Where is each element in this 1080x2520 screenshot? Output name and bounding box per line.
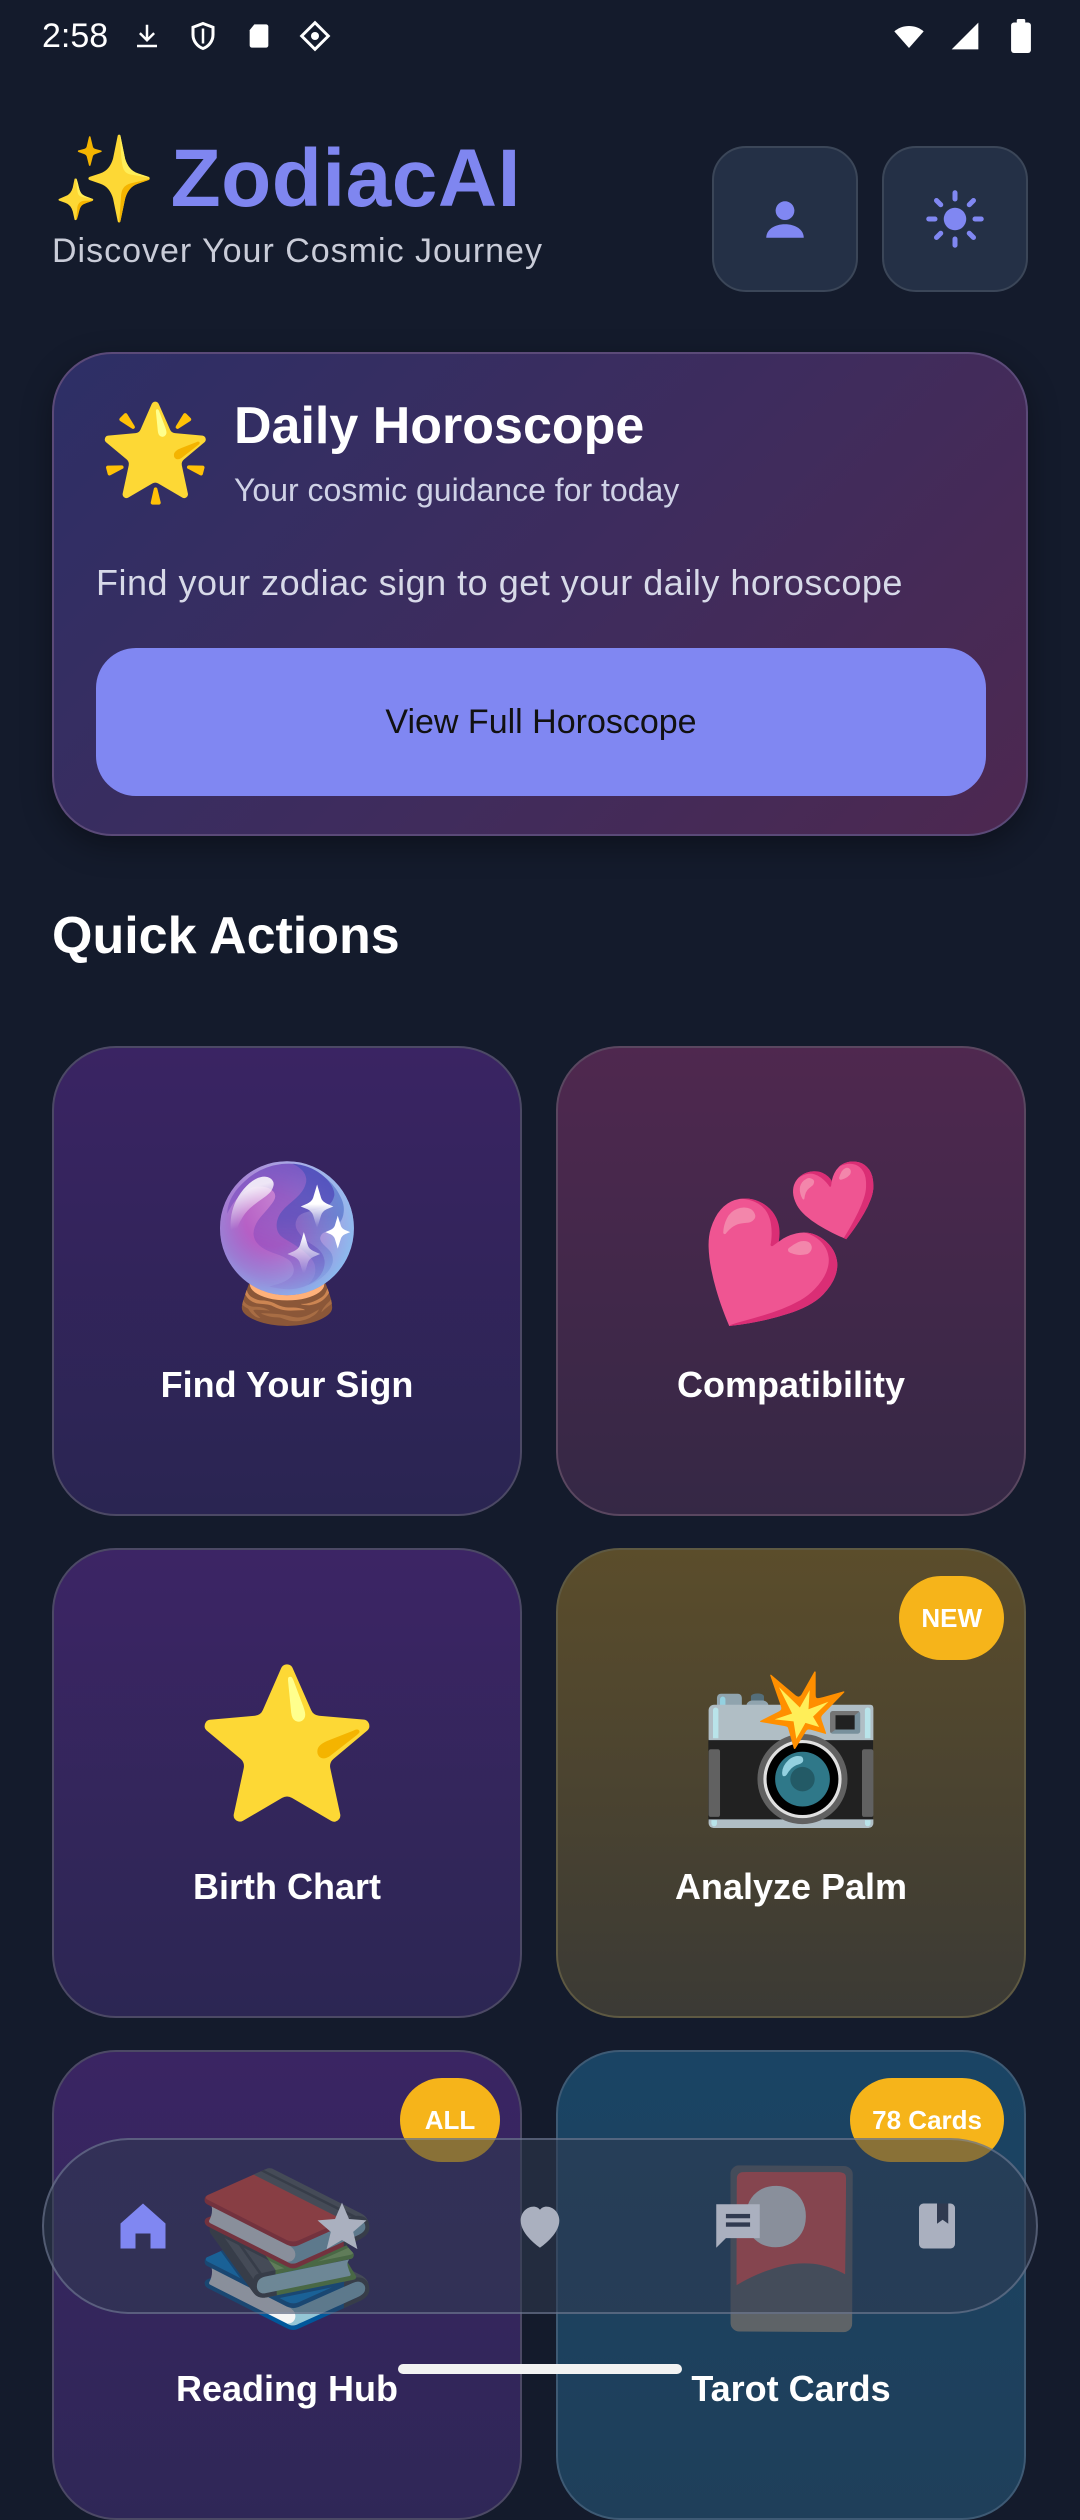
horoscope-title: Daily Horoscope [234, 397, 645, 455]
crystal-ball-icon: 🔮 [193, 1159, 381, 1327]
sparkles-icon: ✨ [52, 132, 157, 226]
heart-icon [520, 2206, 560, 2248]
card-label: Birth Chart [193, 1866, 381, 1907]
book-icon [918, 2203, 955, 2249]
camera-flash-icon: 📸 [697, 1661, 885, 1829]
birth-chart-card[interactable]: ⭐ Birth Chart [52, 1548, 522, 2018]
nav-home[interactable] [88, 2171, 198, 2281]
signal-icon [948, 19, 982, 53]
compatibility-card[interactable]: 💕 Compatibility [556, 1046, 1026, 1516]
nav-compatibility[interactable] [485, 2171, 595, 2281]
horoscope-message: Find your zodiac sign to get your daily … [96, 562, 903, 603]
daily-horoscope-card: 🌟 Daily Horoscope Your cosmic guidance f… [52, 352, 1028, 836]
app-header: ✨ ZodiacAI Discover Your Cosmic Journey [52, 132, 1028, 292]
download-icon [130, 19, 164, 53]
profile-button[interactable] [712, 146, 858, 292]
status-bar: 2:58 [0, 0, 1080, 72]
app-title: ZodiacAI [170, 133, 521, 224]
status-time: 2:58 [42, 16, 109, 55]
find-your-sign-card[interactable]: 🔮 Find Your Sign [52, 1046, 522, 1516]
person-icon [766, 201, 804, 238]
card-label: Analyze Palm [674, 1866, 908, 1907]
battery-icon [1004, 19, 1038, 53]
diamond-icon [298, 19, 332, 53]
home-icon [120, 2203, 166, 2249]
home-indicator[interactable] [398, 2364, 682, 2374]
star-icon [317, 2202, 367, 2250]
sd-card-icon [242, 19, 276, 53]
star-emoji-icon: ⭐ [193, 1661, 381, 1829]
sun-icon [926, 190, 984, 248]
chat-icon [716, 2204, 761, 2248]
analyze-palm-card[interactable]: NEW 📸 Analyze Palm [556, 1548, 1026, 2018]
horoscope-subtitle: Your cosmic guidance for today [234, 472, 680, 508]
shield-icon [186, 19, 220, 53]
bottom-navigation [42, 2138, 1038, 2314]
card-label: Reading Hub [176, 2368, 398, 2409]
card-label: Tarot Cards [691, 2368, 891, 2409]
card-label: Find Your Sign [160, 1364, 414, 1405]
view-full-horoscope-button[interactable]: View Full Horoscope [96, 648, 986, 796]
nav-zodiac[interactable] [287, 2171, 397, 2281]
new-badge: NEW [899, 1576, 1004, 1660]
card-label: Compatibility [676, 1364, 905, 1405]
quick-actions-title: Quick Actions [52, 907, 400, 965]
glowing-star-icon: 🌟 [98, 401, 213, 503]
nav-chat[interactable] [683, 2171, 793, 2281]
nav-library[interactable] [882, 2171, 992, 2281]
theme-toggle-button[interactable] [882, 146, 1028, 292]
two-hearts-icon: 💕 [697, 1159, 885, 1327]
wifi-icon [892, 19, 926, 53]
